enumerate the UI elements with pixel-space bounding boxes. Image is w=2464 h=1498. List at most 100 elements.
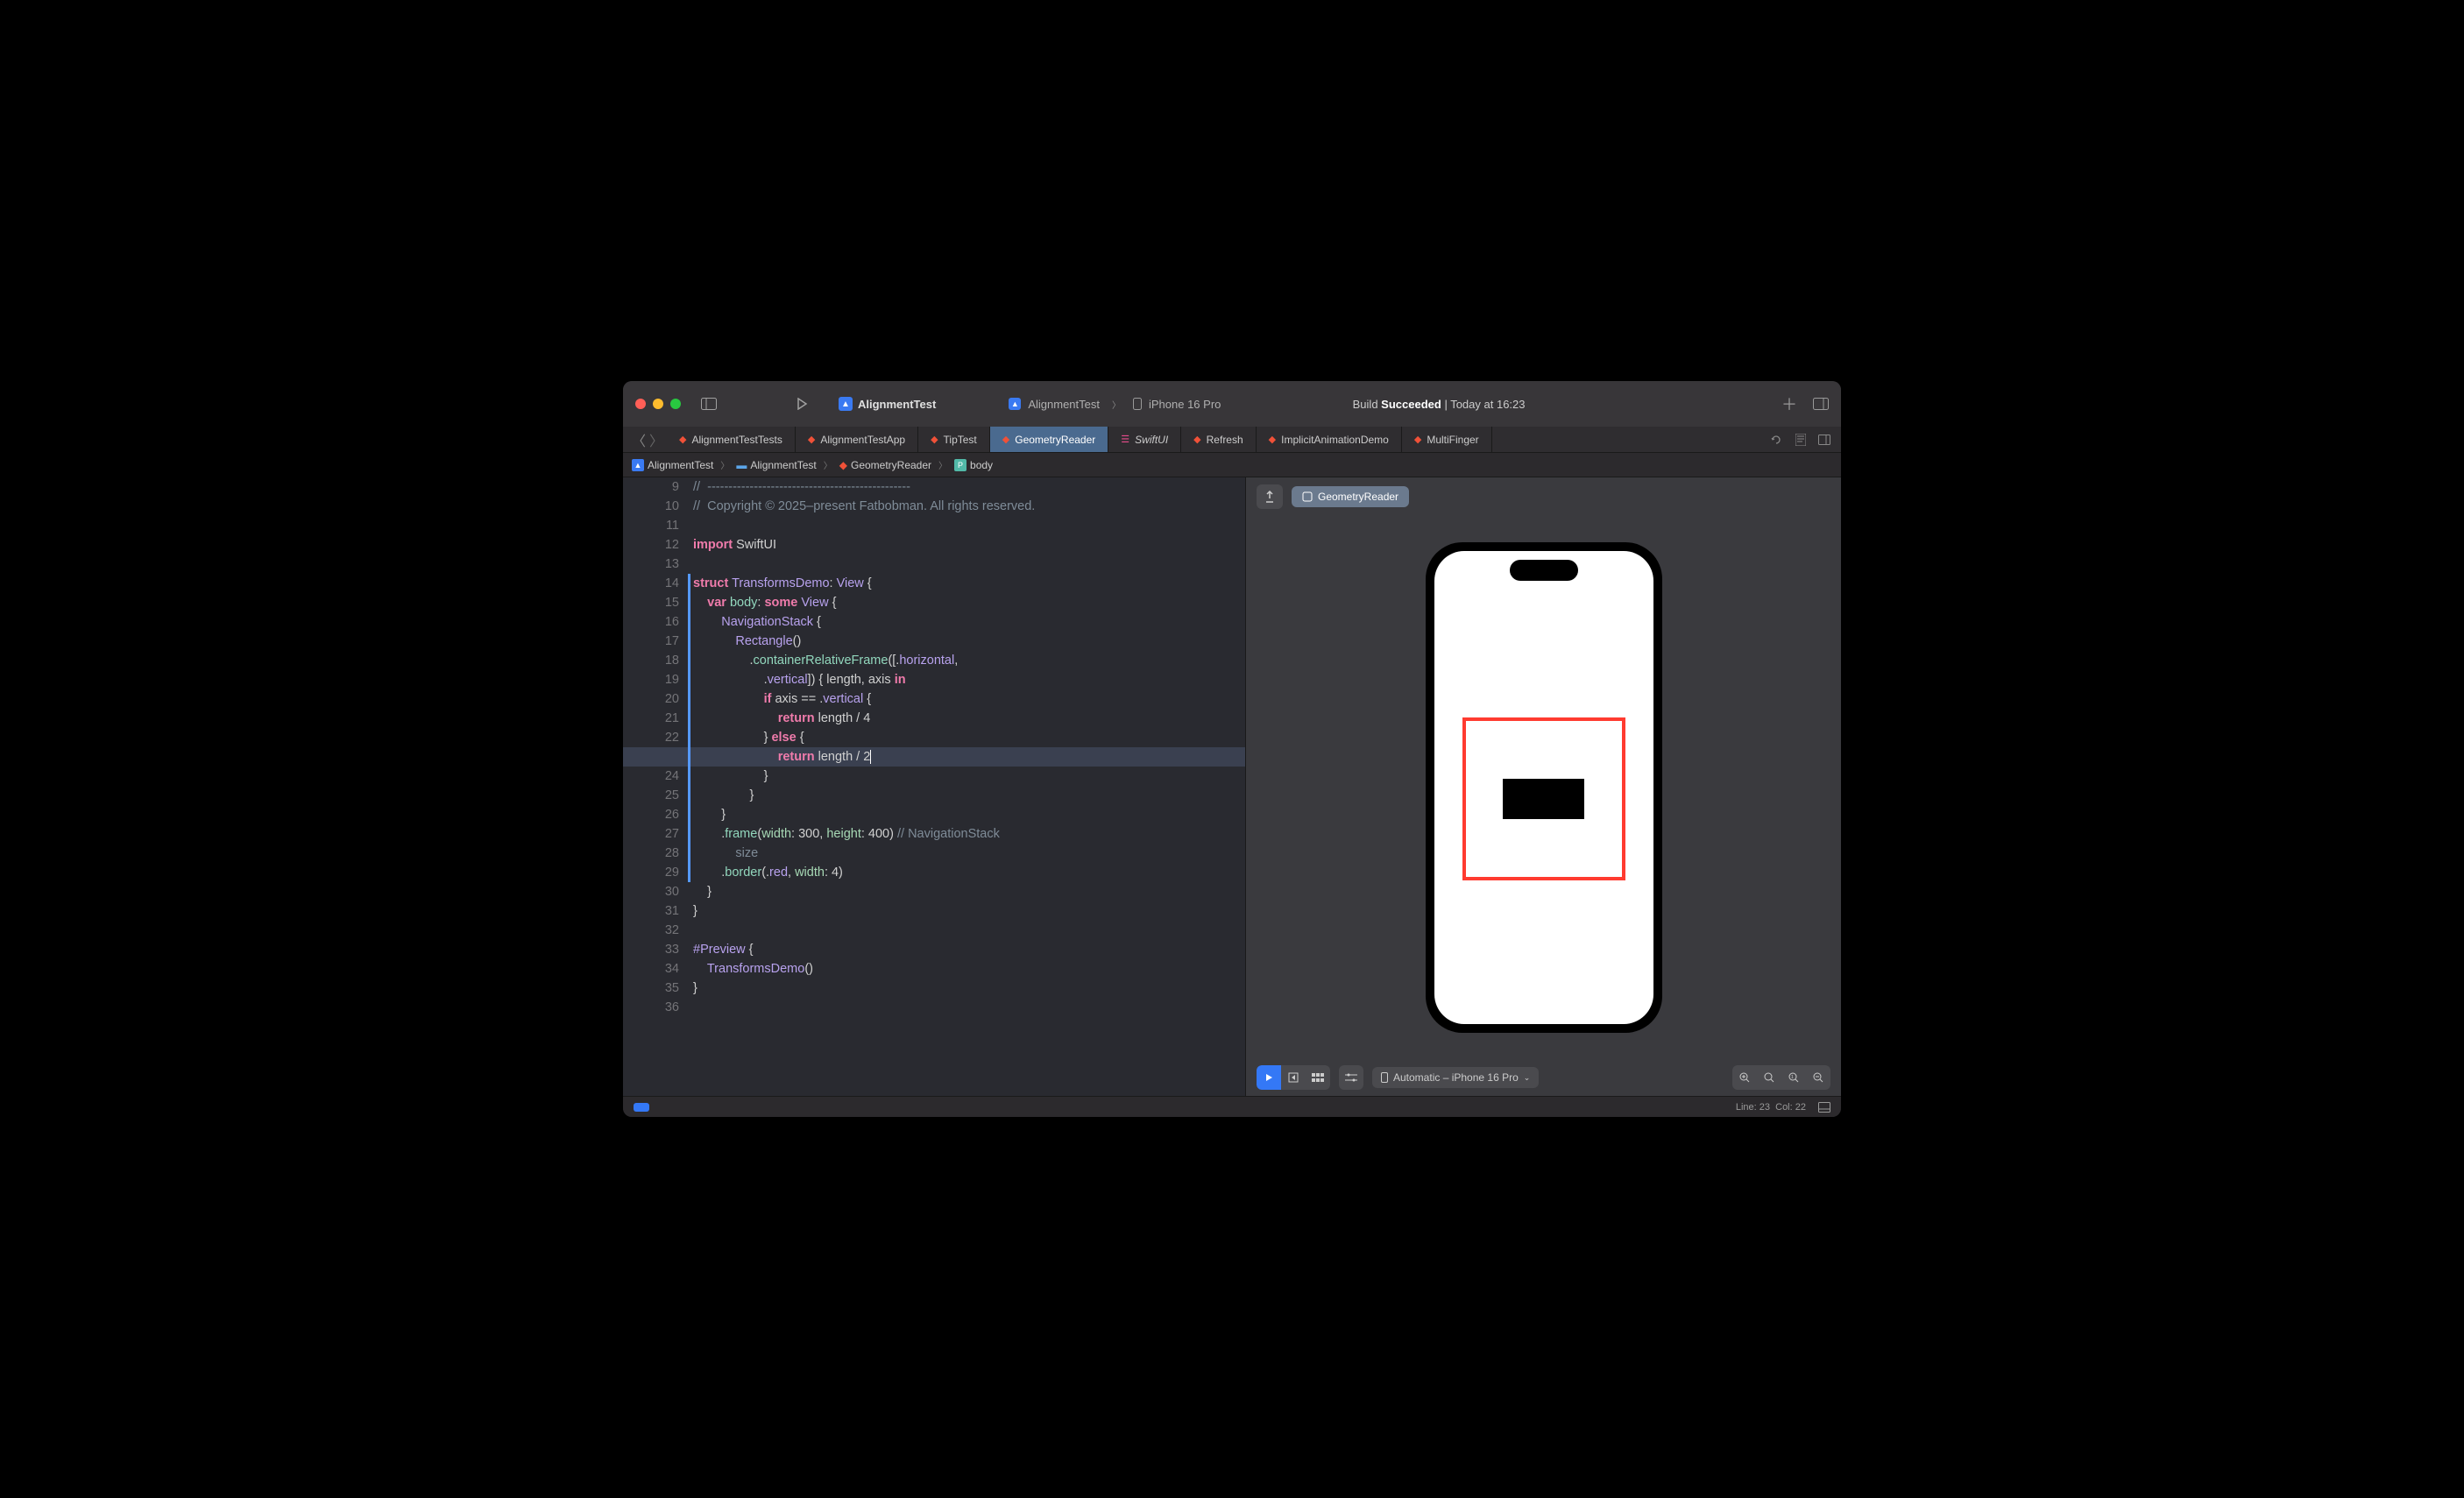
- preview-bottom-bar: Automatic – iPhone 16 Pro ⌄ 1: [1246, 1059, 1841, 1096]
- preview-canvas[interactable]: [1246, 516, 1841, 1059]
- main-split: 9101112131415161718192021222324252627282…: [623, 477, 1841, 1096]
- tab-implicitanimationdemo[interactable]: ◆ImplicitAnimationDemo: [1257, 427, 1402, 452]
- code-line[interactable]: if axis == .vertical {: [693, 689, 1245, 709]
- code-line[interactable]: }: [693, 901, 1245, 921]
- tab-trail: [1760, 427, 1841, 452]
- rectangle-view: [1503, 779, 1584, 819]
- code-line[interactable]: .containerRelativeFrame([.horizontal,: [693, 651, 1245, 670]
- preview-chip[interactable]: GeometryReader: [1292, 486, 1409, 507]
- tab-alignmenttestapp[interactable]: ◆AlignmentTestApp: [796, 427, 918, 452]
- property-icon: P: [954, 459, 966, 471]
- preview-device-selector[interactable]: Automatic – iPhone 16 Pro ⌄: [1372, 1067, 1539, 1088]
- swift-icon: ◆: [679, 434, 686, 445]
- tab-multifinger[interactable]: ◆ MultiFinger: [1402, 427, 1492, 452]
- dynamic-island: [1510, 560, 1578, 581]
- status-indicator[interactable]: [634, 1103, 649, 1112]
- zoom-in-button[interactable]: [1732, 1065, 1757, 1090]
- phone-side-button: [1423, 722, 1426, 761]
- pin-button[interactable]: [1257, 484, 1283, 509]
- xcode-window: ▲ AlignmentTest ▲ AlignmentTest 〉 iPhone…: [623, 381, 1841, 1117]
- build-status[interactable]: Build Succeeded | Today at 16:23: [1353, 398, 1526, 411]
- code-line[interactable]: import SwiftUI: [693, 535, 1245, 555]
- code-line[interactable]: }: [693, 882, 1245, 901]
- code-line[interactable]: NavigationStack {: [693, 612, 1245, 632]
- zoom-out-button[interactable]: [1806, 1065, 1830, 1090]
- code-line[interactable]: } else {: [693, 728, 1245, 747]
- code-line[interactable]: }: [693, 805, 1245, 824]
- build-result: Succeeded: [1381, 398, 1441, 411]
- code-line[interactable]: }: [693, 979, 1245, 998]
- code-line[interactable]: [693, 555, 1245, 574]
- refresh-icon[interactable]: [1771, 435, 1783, 445]
- tab-lead-controls: 〈 〉: [623, 427, 667, 452]
- chevron-icon: 〉: [824, 458, 832, 471]
- line-gutter: 9101112131415161718192021222324252627282…: [623, 477, 686, 1096]
- code-line[interactable]: }: [693, 767, 1245, 786]
- code-line[interactable]: size: [693, 844, 1245, 863]
- zoom-fit-button[interactable]: [1757, 1065, 1781, 1090]
- tab-tiptest[interactable]: ◆TipTest: [918, 427, 990, 452]
- tab-alignmenttesttests[interactable]: ◆AlignmentTestTests: [667, 427, 796, 452]
- library-toggle-icon[interactable]: [1813, 398, 1829, 410]
- folder-icon: ▬: [736, 459, 747, 471]
- nav-forward-icon[interactable]: 〉: [649, 429, 663, 450]
- swift-file-icon: ◆: [839, 459, 847, 471]
- code-line[interactable]: }: [693, 786, 1245, 805]
- close-button[interactable]: [635, 399, 646, 409]
- preview-panel: GeometryReader: [1245, 477, 1841, 1096]
- phone-frame: [1426, 542, 1662, 1033]
- project-icon: ▲: [632, 459, 644, 471]
- adjust-editor-icon[interactable]: [1818, 435, 1830, 445]
- tab-geometryreader[interactable]: ◆GeometryReader: [990, 427, 1109, 452]
- code-line[interactable]: [693, 516, 1245, 535]
- titlebar-right: ＋: [1781, 392, 1829, 415]
- code-line[interactable]: var body: some View {: [693, 593, 1245, 612]
- sidebar-toggle-icon[interactable]: [697, 395, 721, 413]
- tab-label: SwiftUI: [1135, 434, 1168, 446]
- code-line[interactable]: TransformsDemo(): [693, 959, 1245, 979]
- minimize-button[interactable]: [653, 399, 663, 409]
- chevron-icon: 〉: [720, 458, 729, 471]
- code-line[interactable]: Rectangle(): [693, 632, 1245, 651]
- debug-area-toggle-icon[interactable]: [1818, 1102, 1830, 1113]
- code-line[interactable]: return length / 4: [693, 709, 1245, 728]
- code-content[interactable]: // -------------------------------------…: [686, 477, 1245, 1096]
- cursor-position: Line: 23 Col: 22: [1736, 1102, 1806, 1113]
- tab-label: GeometryReader: [1015, 434, 1095, 446]
- code-line[interactable]: .vertical]) { length, axis in: [693, 670, 1245, 689]
- minimap-icon[interactable]: [1795, 434, 1806, 446]
- code-line[interactable]: return length / 2: [693, 747, 1245, 767]
- tab-refresh[interactable]: ◆Refresh: [1181, 427, 1257, 452]
- tab-swiftui[interactable]: ☰SwiftUI: [1108, 427, 1181, 452]
- code-line[interactable]: [693, 998, 1245, 1017]
- target-icon: ▲: [1009, 398, 1021, 410]
- chevron-right-icon: 〉: [1112, 398, 1121, 411]
- swift-icon: ◆: [1414, 434, 1421, 445]
- code-line[interactable]: // -------------------------------------…: [693, 477, 1245, 497]
- code-line[interactable]: [693, 921, 1245, 940]
- code-line[interactable]: // Copyright © 2025–present Fatbobman. A…: [693, 497, 1245, 516]
- zoom-actual-button[interactable]: 1: [1781, 1065, 1806, 1090]
- scheme-name: AlignmentTest: [858, 398, 936, 411]
- code-line[interactable]: struct TransformsDemo: View {: [693, 574, 1245, 593]
- code-editor[interactable]: 9101112131415161718192021222324252627282…: [623, 477, 1245, 1096]
- device-name: iPhone 16 Pro: [1149, 398, 1221, 411]
- add-button[interactable]: ＋: [1781, 392, 1797, 415]
- tabbar: 〈 〉 ◆AlignmentTestTests◆AlignmentTestApp…: [623, 427, 1841, 453]
- code-line[interactable]: #Preview {: [693, 940, 1245, 959]
- preview-top-bar: GeometryReader: [1246, 477, 1841, 516]
- code-line[interactable]: .border(.red, width: 4): [693, 863, 1245, 882]
- maximize-button[interactable]: [670, 399, 681, 409]
- device-settings-button[interactable]: [1339, 1065, 1363, 1090]
- live-preview-button[interactable]: [1257, 1065, 1281, 1090]
- breadcrumb[interactable]: ▲ AlignmentTest 〉 ▬ AlignmentTest 〉 ◆ Ge…: [623, 453, 1841, 477]
- selectable-preview-button[interactable]: [1281, 1065, 1306, 1090]
- run-button[interactable]: [789, 395, 814, 413]
- run-destination[interactable]: ▲ AlignmentTest 〉 iPhone 16 Pro: [1009, 398, 1221, 411]
- code-line[interactable]: .frame(width: 300, height: 400) // Navig…: [693, 824, 1245, 844]
- nav-back-icon[interactable]: 〈: [632, 429, 646, 450]
- scheme-selector[interactable]: ▲ AlignmentTest: [839, 397, 936, 411]
- tab-label: MultiFinger: [1427, 434, 1478, 446]
- variants-preview-button[interactable]: [1306, 1065, 1330, 1090]
- build-time: Today at 16:23: [1450, 398, 1525, 411]
